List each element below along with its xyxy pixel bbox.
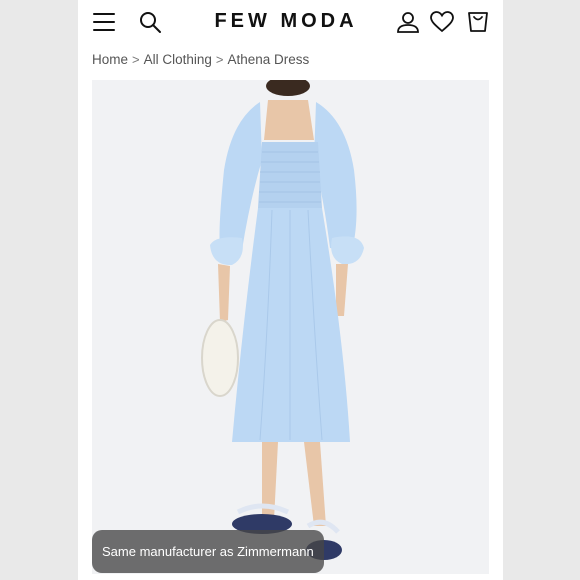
- breadcrumb-home[interactable]: Home: [92, 52, 128, 67]
- brand-logo[interactable]: FEW MODA: [203, 10, 369, 33]
- breadcrumb-separator: >: [132, 52, 140, 67]
- breadcrumb-all-clothing[interactable]: All Clothing: [144, 52, 212, 67]
- product-image[interactable]: [92, 80, 489, 574]
- account-icon[interactable]: [396, 10, 420, 34]
- site-header: FEW MODA: [78, 0, 503, 44]
- menu-icon[interactable]: [92, 10, 116, 34]
- heart-icon[interactable]: [430, 10, 454, 34]
- breadcrumb-separator: >: [215, 52, 224, 67]
- product-page: FEW MODA Home > All Clothing > Athena Dr…: [78, 0, 503, 580]
- search-icon[interactable]: [138, 10, 162, 34]
- breadcrumb: Home > All Clothing > Athena Dress: [92, 52, 309, 67]
- breadcrumb-current: Athena Dress: [227, 52, 310, 67]
- cart-icon[interactable]: [466, 10, 490, 34]
- listing-caption: Same manufacturer as Zimmermann: [92, 530, 324, 573]
